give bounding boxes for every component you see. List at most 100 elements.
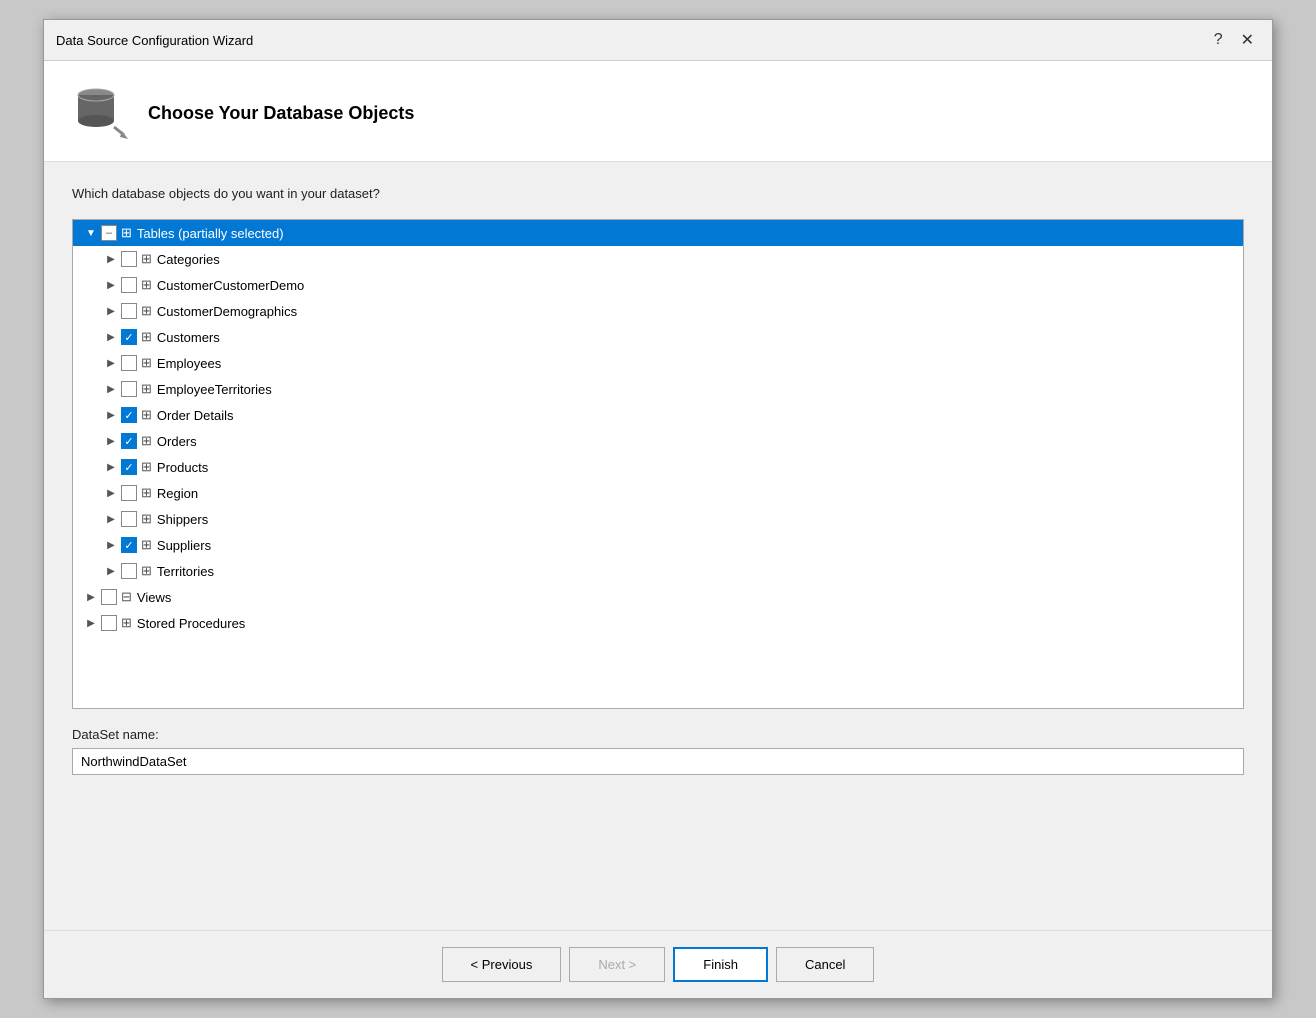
expander-suppliers[interactable]: ▶ [101,535,121,555]
expander-employees[interactable]: ▶ [101,353,121,373]
tree-item-shippers[interactable]: ▶ ⊞ Shippers [73,506,1243,532]
table-icon-categories: ⊞ [141,251,152,267]
table-icon-order-details: ⊞ [141,407,152,423]
stored-procedures-icon: ⊞ [121,615,132,631]
finish-button[interactable]: Finish [673,947,768,982]
label-shippers: Shippers [157,512,208,527]
dataset-name-input[interactable] [72,748,1244,775]
label-customerdemographics: CustomerDemographics [157,304,297,319]
expander-products[interactable]: ▶ [101,457,121,477]
table-icon-region: ⊞ [141,485,152,501]
checkbox-suppliers[interactable]: ✓ [121,537,137,553]
label-employees: Employees [157,356,221,371]
footer: < Previous Next > Finish Cancel [44,930,1272,998]
tree-item-customercustomerdemo[interactable]: ▶ ⊞ CustomerCustomerDemo [73,272,1243,298]
tree-item-stored-procedures[interactable]: ▶ ⊞ Stored Procedures [73,610,1243,636]
checkbox-region[interactable] [121,485,137,501]
table-icon-suppliers: ⊞ [141,537,152,553]
stored-procedures-label: Stored Procedures [137,616,245,631]
expander-employeeterritories[interactable]: ▶ [101,379,121,399]
checkbox-tables[interactable]: – [101,225,117,241]
tree-item-views[interactable]: ▶ ⊟ Views [73,584,1243,610]
cancel-button[interactable]: Cancel [776,947,874,982]
label-orders: Orders [157,434,197,449]
next-button[interactable]: Next > [569,947,665,982]
tree-item-customers[interactable]: ▶✓⊞ Customers [73,324,1243,350]
label-customers: Customers [157,330,220,345]
dialog-title: Data Source Configuration Wizard [56,33,253,48]
checkbox-customers[interactable]: ✓ [121,329,137,345]
tree-item-orders[interactable]: ▶✓⊞ Orders [73,428,1243,454]
label-region: Region [157,486,198,501]
checkbox-products[interactable]: ✓ [121,459,137,475]
expander-views[interactable]: ▶ [81,587,101,607]
tree-item-region[interactable]: ▶ ⊞ Region [73,480,1243,506]
checkbox-order-details[interactable]: ✓ [121,407,137,423]
expander-stored-procedures[interactable]: ▶ [81,613,101,633]
expander-shippers[interactable]: ▶ [101,509,121,529]
checkbox-employees[interactable] [121,355,137,371]
dialog: Data Source Configuration Wizard ? ✕ Cho… [43,19,1273,999]
dataset-label: DataSet name: [72,727,1244,742]
checkbox-customerdemographics[interactable] [121,303,137,319]
checkbox-territories[interactable] [121,563,137,579]
label-categories: Categories [157,252,220,267]
body-section: Which database objects do you want in yo… [44,162,1272,930]
header-section: Choose Your Database Objects [44,61,1272,162]
checkbox-customercustomerdemo[interactable] [121,277,137,293]
expander-region[interactable]: ▶ [101,483,121,503]
tree-item-customerdemographics[interactable]: ▶ ⊞ CustomerDemographics [73,298,1243,324]
question-label: Which database objects do you want in yo… [72,186,1244,201]
checkbox-orders[interactable]: ✓ [121,433,137,449]
expander-customers[interactable]: ▶ [101,327,121,347]
label-customercustomerdemo: CustomerCustomerDemo [157,278,304,293]
checkbox-stored-procedures[interactable] [101,615,117,631]
label-territories: Territories [157,564,214,579]
close-button[interactable]: ✕ [1235,28,1260,52]
database-icon [72,85,128,141]
dataset-section: DataSet name: [72,727,1244,775]
table-icon-shippers: ⊞ [141,511,152,527]
table-icon-orders: ⊞ [141,433,152,449]
checkbox-employeeterritories[interactable] [121,381,137,397]
table-icon-customercustomerdemo: ⊞ [141,277,152,293]
help-button[interactable]: ? [1208,28,1229,52]
table-icon-employees: ⊞ [141,355,152,371]
expander-customercustomerdemo[interactable]: ▶ [101,275,121,295]
tables-root-label: Tables (partially selected) [137,226,284,241]
tree-container[interactable]: ▼ – ⊞ Tables (partially selected) ▶⊞Cate… [72,219,1244,709]
title-bar-actions: ? ✕ [1208,28,1260,52]
label-employeeterritories: EmployeeTerritories [157,382,272,397]
label-products: Products [157,460,208,475]
expander-customerdemographics[interactable]: ▶ [101,301,121,321]
tree-item-tables-root[interactable]: ▼ – ⊞ Tables (partially selected) [73,220,1243,246]
previous-button[interactable]: < Previous [442,947,562,982]
views-label: Views [137,590,171,605]
checkbox-views[interactable] [101,589,117,605]
tree-item-categories[interactable]: ▶ ⊞ Categories [73,246,1243,272]
header-title: Choose Your Database Objects [148,103,414,124]
expander-orders[interactable]: ▶ [101,431,121,451]
tree-item-territories[interactable]: ▶ ⊞ Territories [73,558,1243,584]
table-icon-territories: ⊞ [141,563,152,579]
expander-territories[interactable]: ▶ [101,561,121,581]
tree-item-suppliers[interactable]: ▶✓⊞ Suppliers [73,532,1243,558]
checkbox-shippers[interactable] [121,511,137,527]
label-order-details: Order Details [157,408,234,423]
tree-item-products[interactable]: ▶✓⊞ Products [73,454,1243,480]
tree-item-employees[interactable]: ▶ ⊞ Employees [73,350,1243,376]
tree-item-order-details[interactable]: ▶✓⊞ Order Details [73,402,1243,428]
checkbox-categories[interactable] [121,251,137,267]
expander-order-details[interactable]: ▶ [101,405,121,425]
table-icon-products: ⊞ [141,459,152,475]
table-icon-customerdemographics: ⊞ [141,303,152,319]
expander-tables[interactable]: ▼ [81,223,101,243]
tree-item-employeeterritories[interactable]: ▶ ⊞ EmployeeTerritories [73,376,1243,402]
expander-categories[interactable]: ▶ [101,249,121,269]
views-icon: ⊟ [121,589,132,605]
label-suppliers: Suppliers [157,538,211,553]
table-icon-customers: ⊞ [141,329,152,345]
table-icon-employeeterritories: ⊞ [141,381,152,397]
title-bar: Data Source Configuration Wizard ? ✕ [44,20,1272,61]
tables-icon: ⊞ [121,225,132,241]
